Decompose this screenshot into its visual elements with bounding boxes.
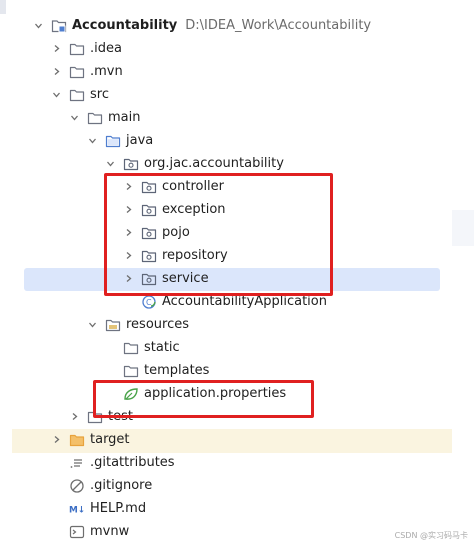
- svg-text:M↓: M↓: [69, 505, 85, 515]
- markdown-icon: M↓: [69, 501, 85, 517]
- tree-node-label: .mvn: [90, 64, 123, 79]
- tree-node-label: main: [108, 110, 141, 125]
- folder-icon: [69, 41, 85, 57]
- tree-node-label: java: [126, 133, 154, 148]
- tree-node[interactable]: .gitattributes: [0, 451, 452, 474]
- tree-node-label: src: [90, 87, 109, 102]
- tree-node-label: .idea: [90, 41, 122, 56]
- project-tree: Accountability D:\IDEA_Work\Accountabilit…: [0, 0, 474, 545]
- tree-node-label: AccountabilityApplication: [162, 294, 327, 309]
- tree-node[interactable]: resources: [0, 313, 452, 336]
- module-icon: [51, 18, 67, 34]
- chevron-down-icon[interactable]: [32, 20, 44, 32]
- tree-node[interactable]: .gitignore: [0, 474, 452, 497]
- tree-node-label: org.jac.accountability: [144, 156, 284, 171]
- tree-node[interactable]: mvnw: [0, 520, 452, 543]
- tree-node-label: .gitattributes: [90, 455, 175, 470]
- tree-node[interactable]: .mvn: [0, 60, 452, 83]
- source-folder-icon: [105, 133, 121, 149]
- tree-node-label: HELP.md: [90, 501, 147, 516]
- tree-node-label: templates: [144, 363, 210, 378]
- chevron-right-icon[interactable]: [68, 411, 80, 423]
- tree-node[interactable]: templates: [0, 359, 452, 382]
- chevron-down-icon[interactable]: [104, 158, 116, 170]
- tree-node[interactable]: static: [0, 336, 452, 359]
- text-file-icon: [69, 455, 85, 471]
- folder-icon: [87, 110, 103, 126]
- tree-node-label: mvnw: [90, 524, 130, 539]
- tree-node[interactable]: M↓ HELP.md: [0, 497, 452, 520]
- editor-edge: [452, 210, 474, 246]
- ignore-file-icon: [69, 478, 85, 494]
- chevron-down-icon[interactable]: [86, 135, 98, 147]
- excluded-folder-icon: [69, 432, 85, 448]
- chevron-right-icon[interactable]: [50, 434, 62, 446]
- tree-node-label: target: [90, 432, 130, 447]
- annotation-box-properties: [93, 380, 314, 418]
- watermark: CSDN @实习码马卡: [394, 531, 468, 540]
- package-icon: [123, 156, 139, 172]
- project-path: D:\IDEA_Work\Accountability: [185, 18, 372, 33]
- tree-node-label: .gitignore: [90, 478, 153, 493]
- shell-file-icon: [69, 524, 85, 540]
- chevron-down-icon[interactable]: [50, 89, 62, 101]
- tree-node-label: resources: [126, 317, 190, 332]
- folder-icon: [123, 363, 139, 379]
- folder-icon: [69, 64, 85, 80]
- scroll-indicator: [0, 0, 6, 14]
- tree-node[interactable]: main: [0, 106, 452, 129]
- resources-folder-icon: [105, 317, 121, 333]
- annotation-box-packages: [104, 173, 333, 296]
- chevron-right-icon[interactable]: [50, 43, 62, 55]
- folder-icon: [69, 87, 85, 103]
- tree-node[interactable]: Accountability D:\IDEA_Work\Accountabilit…: [0, 14, 452, 37]
- tree-node[interactable]: .idea: [0, 37, 452, 60]
- chevron-down-icon[interactable]: [86, 319, 98, 331]
- tree-node[interactable]: org.jac.accountability: [0, 152, 452, 175]
- tree-node[interactable]: target: [0, 428, 452, 451]
- tree-node-label: Accountability: [72, 18, 178, 33]
- chevron-right-icon[interactable]: [50, 66, 62, 78]
- chevron-down-icon[interactable]: [68, 112, 80, 124]
- tree-node[interactable]: java: [0, 129, 452, 152]
- tree-node-label: static: [144, 340, 180, 355]
- tree-node[interactable]: src: [0, 83, 452, 106]
- folder-icon: [123, 340, 139, 356]
